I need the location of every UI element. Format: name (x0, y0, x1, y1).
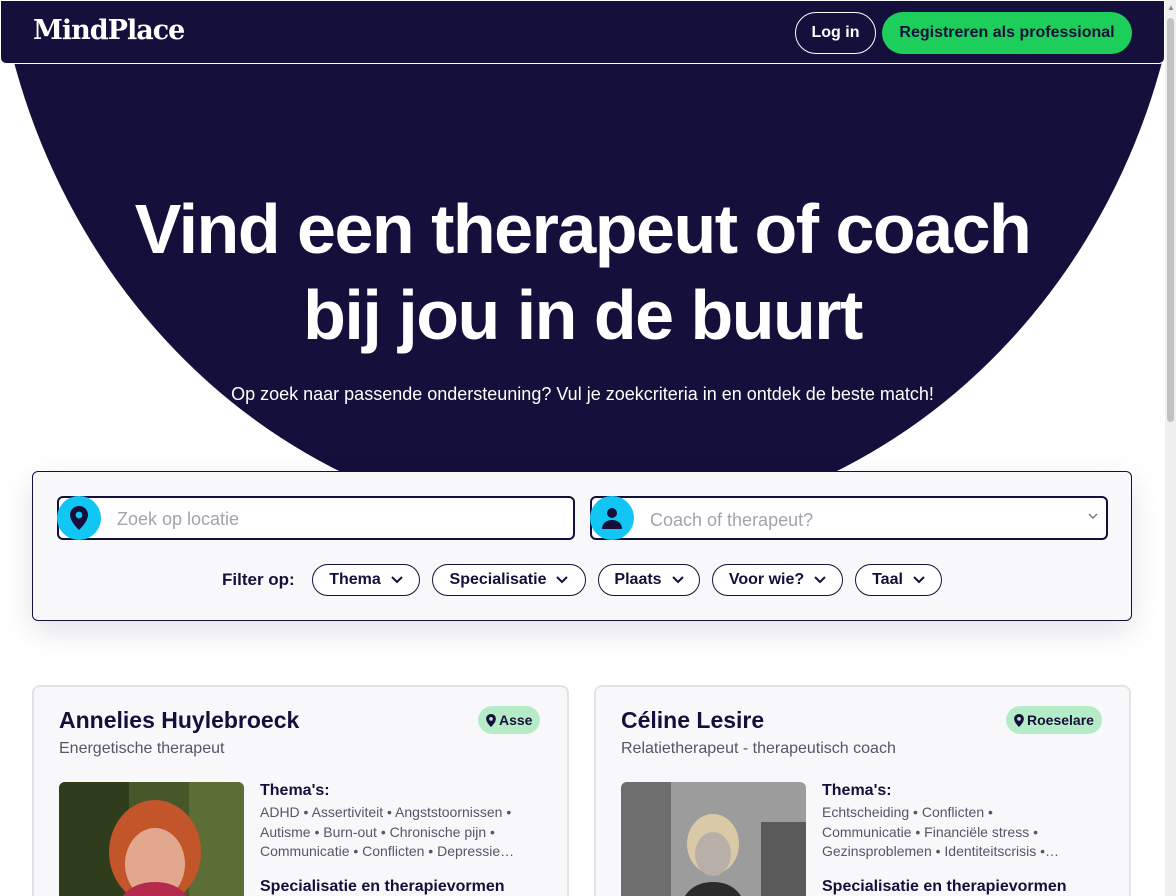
themes-line: Autisme • Burn-out • Chronische pijn • (260, 823, 495, 840)
specialisation-title: Specialisatie en therapievormen (260, 878, 505, 895)
mindplace-logo[interactable]: MindPlace (33, 15, 185, 46)
location-search-field[interactable] (57, 496, 575, 540)
therapist-photo (621, 782, 806, 896)
therapist-name[interactable]: Céline Lesire (621, 707, 764, 734)
therapist-role: Energetische therapeut (59, 740, 225, 757)
location-search-input[interactable] (117, 509, 537, 530)
themes-title: Thema's: (260, 782, 330, 799)
location-badge: Roeselare (1006, 706, 1102, 734)
therapist-card[interactable]: Annelies Huylebroeck Energetische therap… (32, 685, 569, 896)
chevron-down-icon (1088, 511, 1098, 523)
hero-title-line1: Vind een therapeut of coach (134, 190, 1032, 268)
map-pin-icon (57, 496, 101, 540)
therapist-role: Relatietherapeut - therapeutisch coach (621, 740, 896, 757)
therapist-photo (59, 782, 244, 896)
filter-plaats[interactable]: Plaats (598, 564, 700, 596)
filter-voor-wie-label: Voor wie? (728, 571, 805, 588)
search-panel: Coach of therapeut? Filter op: Thema Spe… (32, 471, 1132, 621)
filter-thema-label: Thema (329, 571, 381, 588)
login-button[interactable]: Log in (795, 12, 876, 54)
chevron-down-icon (556, 571, 569, 589)
filter-taal-label: Taal (872, 571, 903, 588)
themes-line: Communicatie • Conflicten • Depressie… (260, 843, 515, 859)
chevron-down-icon (671, 571, 684, 589)
filter-voor-wie[interactable]: Voor wie? (712, 564, 843, 596)
hero-title-line2: bij jou in de buurt (303, 276, 863, 354)
page-scrollbar[interactable]: ▲ (1165, 0, 1176, 896)
themes-line: Communicatie • Financiële stress • (822, 823, 1038, 840)
chevron-down-icon (814, 571, 826, 589)
filter-label: Filter op: (222, 570, 295, 589)
specialisation-title: Specialisatie en therapievormen (822, 878, 1067, 895)
person-icon (590, 496, 634, 540)
themes-list: Echtscheiding • Conflicten • Communicati… (822, 803, 1112, 862)
scroll-up-icon[interactable]: ▲ (1167, 4, 1175, 12)
coach-therapist-placeholder: Coach of therapeut? (650, 510, 814, 530)
location-badge: Asse (478, 706, 541, 734)
themes-title: Thema's: (822, 782, 892, 799)
location-badge-label: Roeselare (1027, 712, 1094, 728)
filter-plaats-label: Plaats (614, 571, 662, 588)
map-pin-icon (1014, 713, 1024, 727)
hero-subtitle: Op zoek naar passende ondersteuning? Vul… (231, 384, 934, 404)
filter-specialisatie[interactable]: Specialisatie (432, 564, 586, 596)
themes-list: ADHD • Assertiviteit • Angststoornissen … (260, 803, 550, 862)
location-badge-label: Asse (499, 712, 533, 728)
register-professional-button[interactable]: Registreren als professional (882, 12, 1132, 54)
filter-specialisatie-label: Specialisatie (449, 571, 547, 588)
themes-line: Gezinsproblemen • Identiteitscrisis •… (822, 843, 1060, 859)
filter-thema[interactable]: Thema (312, 564, 420, 596)
filter-taal[interactable]: Taal (855, 564, 942, 596)
therapist-name[interactable]: Annelies Huylebroeck (59, 707, 299, 734)
chevron-down-icon (913, 571, 925, 589)
therapist-card[interactable]: Céline Lesire Relatietherapeut - therape… (594, 685, 1131, 896)
themes-line: ADHD • Assertiviteit • Angststoornissen … (260, 804, 512, 820)
hero-title: Vind een therapeut of coach bij jou in d… (0, 186, 1165, 358)
top-navbar: MindPlace Log in Registreren als profess… (0, 0, 1165, 64)
map-pin-icon (486, 713, 496, 727)
themes-line: Echtscheiding • Conflicten • (822, 804, 993, 820)
coach-therapist-select[interactable]: Coach of therapeut? (590, 496, 1108, 540)
scrollbar-thumb[interactable] (1167, 18, 1174, 422)
chevron-down-icon (391, 571, 403, 589)
